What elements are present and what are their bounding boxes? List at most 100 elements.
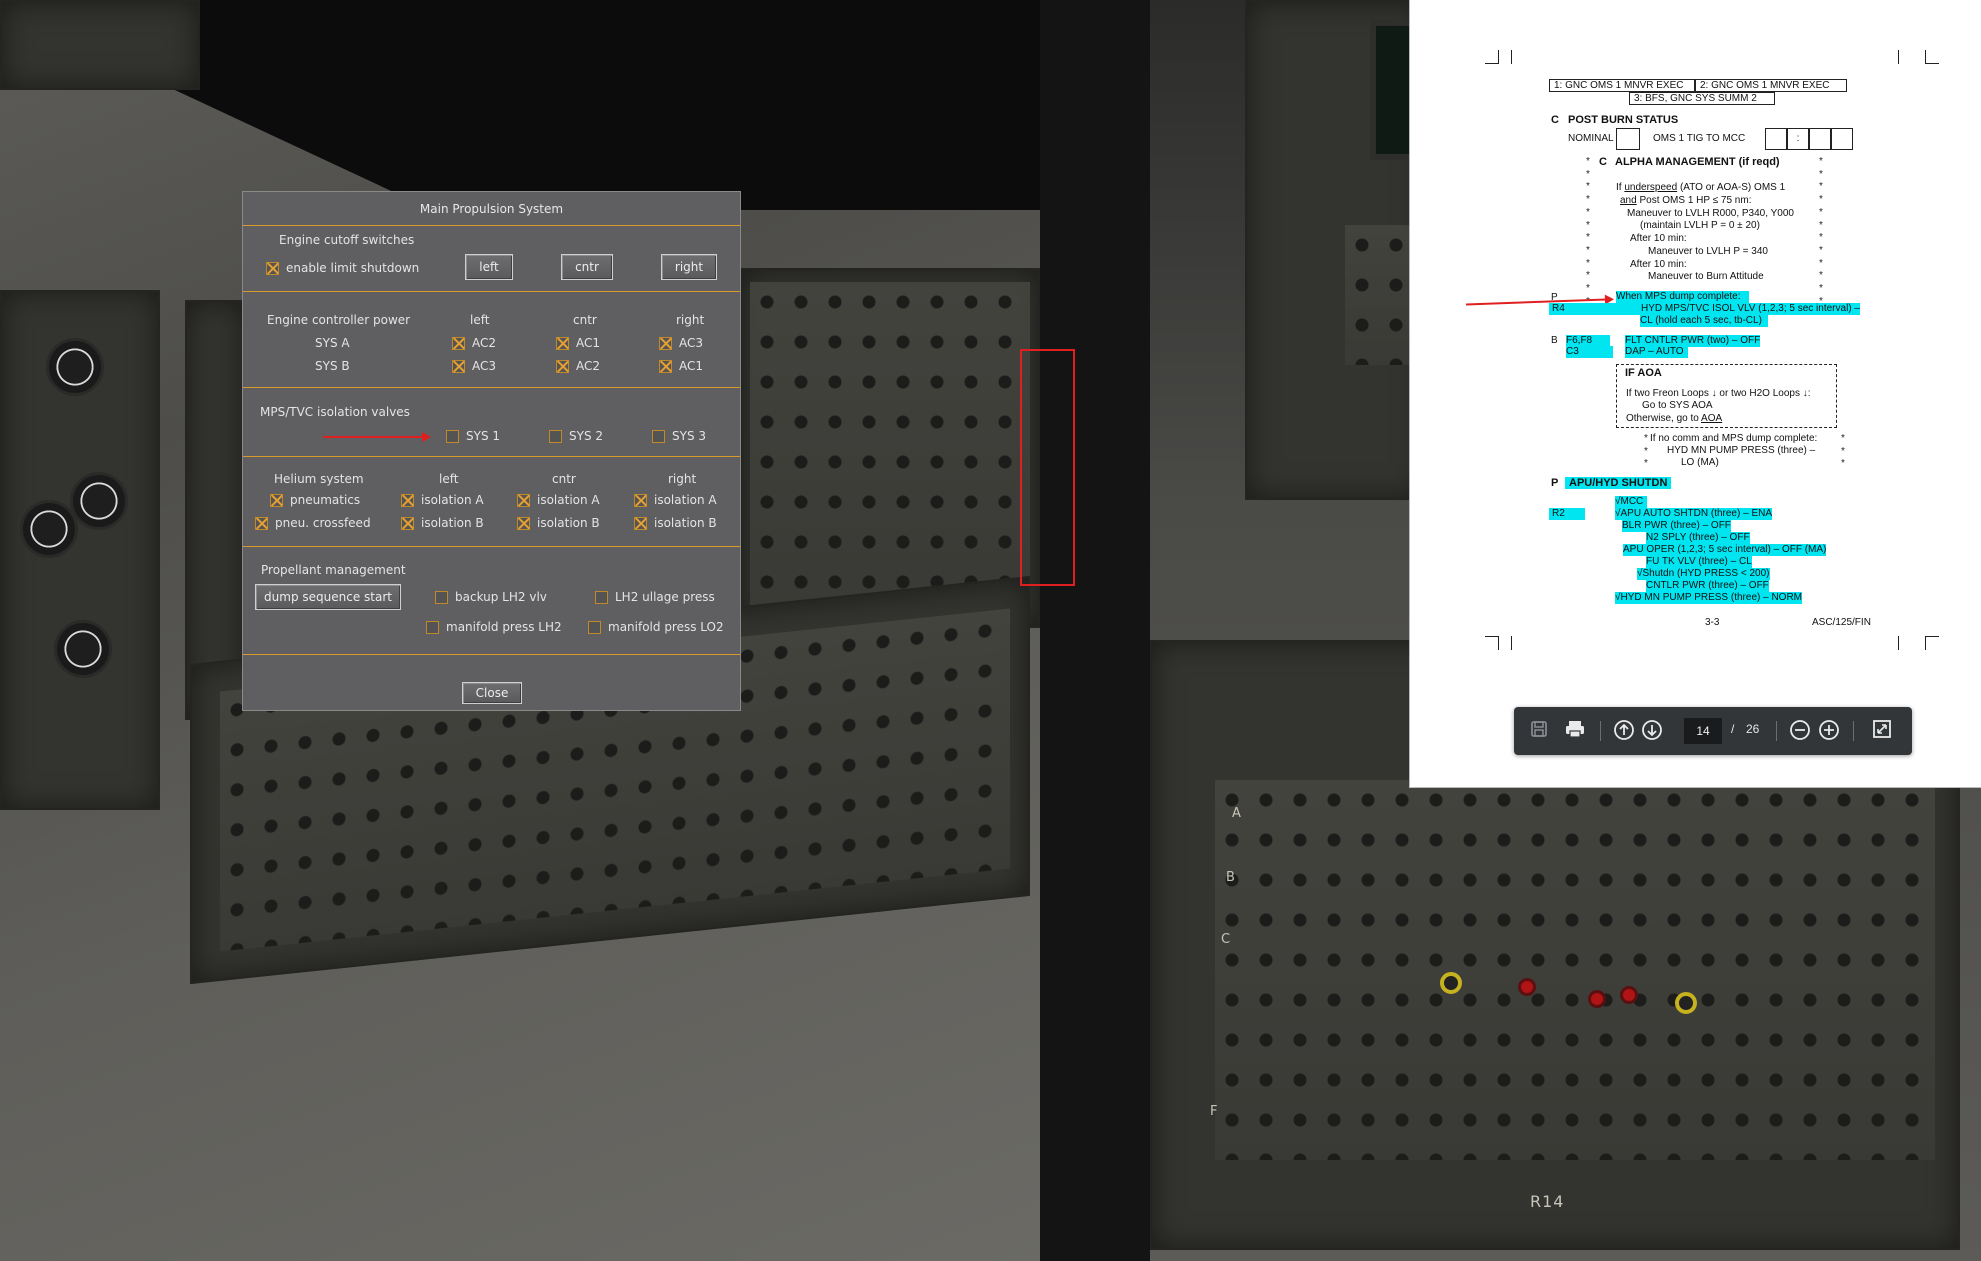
cutoff-left-button[interactable]: left xyxy=(465,254,513,280)
helium-left-iso-a-checkbox[interactable] xyxy=(401,494,414,507)
crop-mark xyxy=(1485,636,1499,650)
zoom-out-icon[interactable] xyxy=(1788,719,1812,743)
red-indicator xyxy=(1588,990,1606,1008)
helium-system-heading: Helium system xyxy=(274,472,364,486)
manifold-press-lh2-label[interactable]: manifold press LH2 xyxy=(446,620,562,634)
sys-a-left-checkbox[interactable] xyxy=(452,337,465,350)
helium-cntr-iso-a-label[interactable]: isolation A xyxy=(537,493,600,507)
nominal-box xyxy=(1616,128,1640,150)
sys-b-right-label[interactable]: AC1 xyxy=(679,359,703,373)
alpha-stars-right: * * * * * * * * * * * * xyxy=(1819,156,1823,307)
divider xyxy=(243,654,740,655)
crop-mark xyxy=(1885,50,1899,64)
fit-page-icon[interactable] xyxy=(1870,719,1894,743)
overhead-switch-panel xyxy=(0,0,200,90)
pneumatics-checkbox[interactable] xyxy=(270,494,283,507)
alpha-stars-left: * * * * * * * * * * * * xyxy=(1586,156,1590,307)
gauge xyxy=(70,472,128,530)
cutoff-right-button[interactable]: right xyxy=(661,254,717,280)
lh2-ullage-press-label[interactable]: LH2 ullage press xyxy=(615,590,715,604)
if-aoa-link: AOA xyxy=(1701,413,1723,424)
divider xyxy=(243,387,740,388)
dump-b-panel2: C3 xyxy=(1566,346,1613,358)
toolbar-divider xyxy=(1600,721,1601,741)
sys-b-left-label[interactable]: AC3 xyxy=(472,359,496,373)
helium-left-iso-a-label[interactable]: isolation A xyxy=(421,493,484,507)
backup-lh2-vlv-label[interactable]: backup LH2 vlv xyxy=(455,590,547,604)
isolation-sys3-checkbox[interactable] xyxy=(652,430,665,443)
enable-limit-shutdown-checkbox[interactable] xyxy=(266,262,279,275)
gauge xyxy=(46,338,104,396)
divider xyxy=(243,456,740,457)
sys-b-right-checkbox[interactable] xyxy=(659,360,672,373)
alpha-line: (maintain LVLH P = 0 ± 20) xyxy=(1640,220,1760,231)
helium-cntr-iso-a-checkbox[interactable] xyxy=(517,494,530,507)
if-aoa-title: IF AOA xyxy=(1625,367,1662,379)
yellow-indicator xyxy=(1675,992,1697,1014)
controller-power-heading: Engine controller power xyxy=(267,313,411,327)
tig-box xyxy=(1765,128,1787,150)
close-button[interactable]: Close xyxy=(462,682,522,704)
alpha-letter: C xyxy=(1599,156,1607,168)
pneu-crossfeed-label[interactable]: pneu. crossfeed xyxy=(275,516,371,530)
pneumatics-label[interactable]: pneumatics xyxy=(290,493,360,507)
sys-b-cntr-label[interactable]: AC2 xyxy=(576,359,600,373)
zoom-in-icon[interactable] xyxy=(1817,719,1841,743)
sys-a-right-label[interactable]: AC3 xyxy=(679,336,703,350)
engine-cutoff-heading: Engine cutoff switches xyxy=(279,233,415,247)
sys-a-cntr-label[interactable]: AC1 xyxy=(576,336,600,350)
print-icon[interactable] xyxy=(1563,719,1587,743)
helium-right-iso-b-label[interactable]: isolation B xyxy=(654,516,717,530)
manifold-press-lo2-label[interactable]: manifold press LO2 xyxy=(608,620,724,634)
dump-b-letter: B xyxy=(1551,335,1558,346)
cutoff-cntr-button[interactable]: cntr xyxy=(561,254,613,280)
sys-a-cntr-checkbox[interactable] xyxy=(556,337,569,350)
dump-sequence-start-button[interactable]: dump sequence start xyxy=(255,584,401,610)
red-indicator xyxy=(1620,986,1638,1004)
helium-col-cntr: cntr xyxy=(552,472,576,486)
page-number-input[interactable] xyxy=(1684,718,1722,744)
helium-left-iso-b-label[interactable]: isolation B xyxy=(421,516,484,530)
backup-lh2-vlv-checkbox[interactable] xyxy=(435,591,448,604)
pdf-viewer[interactable]: 1: GNC OMS 1 MNVR EXEC 2: GNC OMS 1 MNVR… xyxy=(1409,0,1981,788)
sys-a-right-checkbox[interactable] xyxy=(659,337,672,350)
lh2-ullage-press-checkbox[interactable] xyxy=(595,591,608,604)
header-box: 3: BFS, GNC SYS SUMM 2 xyxy=(1629,92,1775,105)
previous-page-icon[interactable] xyxy=(1612,719,1636,743)
helium-cntr-iso-b-label[interactable]: isolation B xyxy=(537,516,600,530)
apu-line: BLR PWR (three) – OFF xyxy=(1622,520,1731,532)
if-aoa-line3: Otherwise, go to AOA xyxy=(1626,413,1722,425)
helium-left-iso-b-checkbox[interactable] xyxy=(401,517,414,530)
apu-title: APU/HYD SHUTDN xyxy=(1565,477,1672,489)
pneu-crossfeed-checkbox[interactable] xyxy=(255,517,268,530)
helium-right-iso-a-checkbox[interactable] xyxy=(634,494,647,507)
sys-a-left-label[interactable]: AC2 xyxy=(472,336,496,350)
save-icon[interactable] xyxy=(1527,719,1551,743)
sys-b-cntr-checkbox[interactable] xyxy=(556,360,569,373)
r14-row-label-a: A xyxy=(1232,806,1242,821)
alpha-text: (ATO or AOA-S) OMS 1 xyxy=(1679,182,1786,193)
crop-mark xyxy=(1885,636,1899,650)
apu-line: √HYD MN PUMP PRESS (three) – NORM xyxy=(1615,592,1803,604)
apu-line: APU OPER (1,2,3; 5 sec interval) – OFF (… xyxy=(1623,544,1827,556)
divider xyxy=(243,291,740,292)
left-control-strip xyxy=(185,300,245,720)
enable-limit-shutdown-label[interactable]: enable limit shutdown xyxy=(286,261,419,275)
dump-r4-line1: HYD MPS/TVC ISOL VLV (1,2,3; 5 sec inter… xyxy=(1599,303,1860,315)
next-page-icon[interactable] xyxy=(1640,719,1664,743)
isolation-sys1-checkbox[interactable] xyxy=(446,430,459,443)
no-comm-stars-left: * * * xyxy=(1644,433,1648,470)
isolation-sys3-label[interactable]: SYS 3 xyxy=(672,429,706,443)
sys-b-left-checkbox[interactable] xyxy=(452,360,465,373)
manifold-press-lh2-checkbox[interactable] xyxy=(426,621,439,634)
alpha-line: After 10 min: xyxy=(1630,233,1687,244)
helium-cntr-iso-b-checkbox[interactable] xyxy=(517,517,530,530)
helium-right-iso-a-label[interactable]: isolation A xyxy=(654,493,717,507)
isolation-sys1-label[interactable]: SYS 1 xyxy=(466,429,500,443)
isolation-sys2-checkbox[interactable] xyxy=(549,430,562,443)
apu-line: √APU AUTO SHTDN (three) – ENA xyxy=(1615,508,1773,520)
helium-right-iso-b-checkbox[interactable] xyxy=(634,517,647,530)
manifold-press-lo2-checkbox[interactable] xyxy=(588,621,601,634)
controller-col-left: left xyxy=(470,313,490,327)
isolation-sys2-label[interactable]: SYS 2 xyxy=(569,429,603,443)
